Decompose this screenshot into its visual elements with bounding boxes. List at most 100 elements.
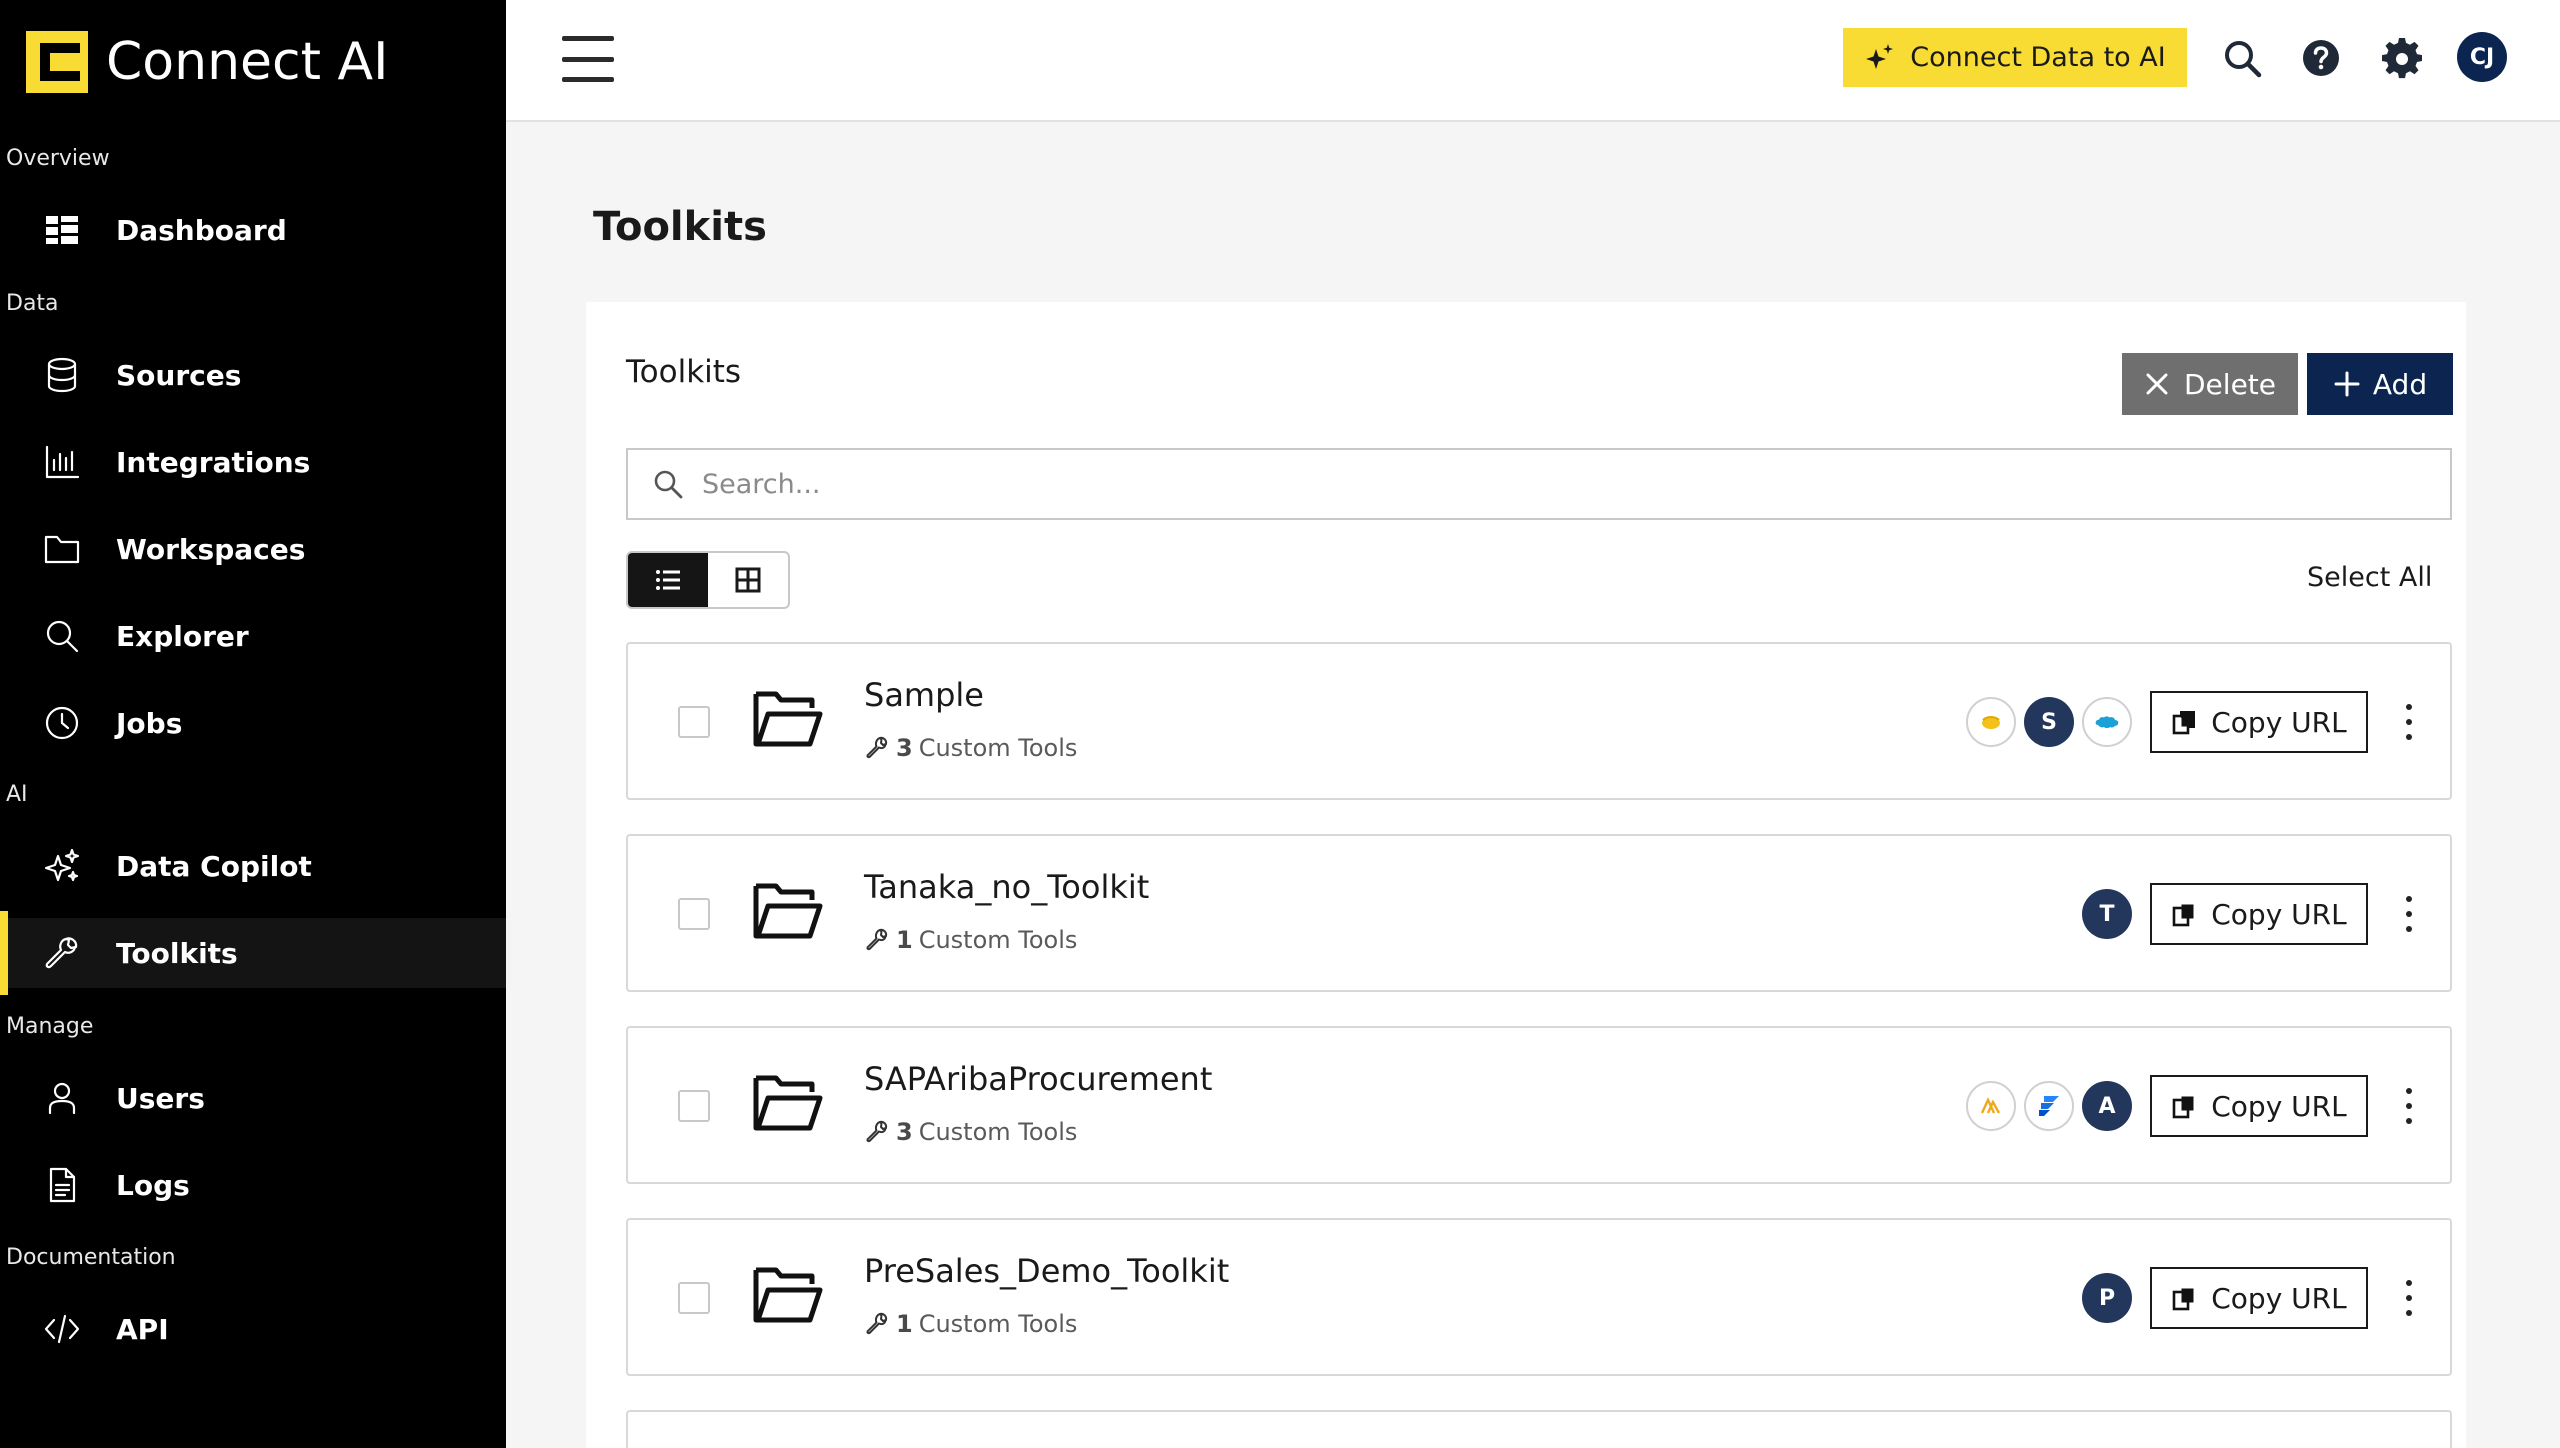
connection-chips: T [2082, 889, 2132, 939]
tool-count: 1 [896, 1310, 913, 1338]
sidebar-item-api[interactable]: API [0, 1294, 506, 1364]
select-all-link[interactable]: Select All [2307, 562, 2432, 593]
sidebar-item-label: Integrations [116, 445, 311, 479]
delete-button[interactable]: Delete [2122, 353, 2298, 415]
view-toggle [626, 551, 790, 609]
close-icon [2146, 373, 2168, 395]
sidebar-item-explorer[interactable]: Explorer [0, 601, 506, 671]
grid-view-button[interactable] [708, 553, 788, 607]
toolkit-card[interactable] [626, 1410, 2452, 1448]
search-icon[interactable] [2219, 35, 2265, 81]
sidebar-item-toolkits[interactable]: Toolkits [0, 911, 506, 995]
sidebar-item-integrations[interactable]: Integrations [0, 427, 506, 497]
folder-open-icon [752, 1072, 824, 1134]
tool-count-suffix: Custom Tools [918, 1310, 1078, 1338]
row-checkbox[interactable] [678, 1090, 710, 1122]
sidebar-item-dashboard[interactable]: Dashboard [0, 195, 506, 265]
toolkit-name[interactable]: Tanaka_no_Toolkit [864, 868, 1149, 906]
brand[interactable]: Connect AI [26, 30, 388, 94]
help-icon[interactable] [2298, 35, 2344, 81]
add-button[interactable]: Add [2307, 353, 2453, 415]
more-options-icon[interactable] [2402, 704, 2416, 740]
copy-url-button[interactable]: Copy URL [2150, 1075, 2368, 1137]
toolkit-card[interactable]: PreSales_Demo_Toolkit 1 Custom Tools P C… [626, 1218, 2452, 1376]
sparkle-icon [1866, 43, 1894, 69]
menu-icon[interactable] [562, 36, 614, 82]
salesforce-logo-icon [2082, 697, 2132, 747]
connect-data-button[interactable]: Connect Data to AI [1843, 28, 2187, 87]
connection-avatar: S [2024, 697, 2074, 747]
sidebar-item-label: Explorer [116, 619, 249, 653]
sidebar-item-label: Toolkits [116, 936, 238, 970]
search-icon [654, 470, 683, 499]
clock-icon [40, 701, 84, 745]
tool-count: 1 [896, 926, 913, 954]
add-label: Add [2372, 367, 2428, 401]
brand-name: Connect AI [106, 32, 389, 92]
copy-url-button[interactable]: Copy URL [2150, 691, 2368, 753]
connection-chips: P [2082, 1273, 2132, 1323]
sidebar-item-users[interactable]: Users [0, 1063, 506, 1133]
section-overview: Overview [6, 146, 110, 171]
row-checkbox[interactable] [678, 898, 710, 930]
jira-logo-icon [2024, 1081, 2074, 1131]
sidebar-item-data-copilot[interactable]: Data Copilot [0, 831, 506, 901]
ariba-logo-icon [1966, 1081, 2016, 1131]
connect-data-label: Connect Data to AI [1910, 42, 2166, 73]
list-view-button[interactable] [628, 553, 708, 607]
copy-url-label: Copy URL [2211, 897, 2347, 931]
section-manage: Manage [6, 1014, 94, 1039]
connection-avatar: P [2082, 1273, 2132, 1323]
copy-url-label: Copy URL [2211, 1281, 2347, 1315]
folder-open-icon [752, 1264, 824, 1326]
search-input[interactable] [702, 468, 2402, 500]
sidebar-item-label: Data Copilot [116, 849, 312, 883]
folder-open-icon [752, 688, 824, 750]
plus-icon [2334, 371, 2360, 397]
toolkit-meta: 3 Custom Tools [864, 1118, 1077, 1146]
copy-icon [2172, 711, 2196, 735]
connection-chips: S [1966, 697, 2132, 747]
delete-label: Delete [2184, 367, 2276, 401]
section-ai: AI [6, 782, 28, 807]
section-documentation: Documentation [6, 1245, 176, 1270]
copy-url-button[interactable]: Copy URL [2150, 1267, 2368, 1329]
more-options-icon[interactable] [2402, 896, 2416, 932]
toolkit-name[interactable]: SAPAribaProcurement [864, 1060, 1212, 1098]
tool-count: 3 [896, 1118, 913, 1146]
tool-count-suffix: Custom Tools [918, 1118, 1078, 1146]
search-box [626, 448, 2452, 520]
row-checkbox[interactable] [678, 1282, 710, 1314]
row-checkbox[interactable] [678, 706, 710, 738]
more-options-icon[interactable] [2402, 1088, 2416, 1124]
toolkit-card[interactable]: SAPAribaProcurement 3 Custom Tools A Cop… [626, 1026, 2452, 1184]
user-icon [40, 1076, 84, 1120]
toolkit-name[interactable]: Sample [864, 676, 984, 714]
search-icon [40, 614, 84, 658]
user-avatar[interactable]: CJ [2457, 32, 2507, 82]
tool-count-suffix: Custom Tools [918, 926, 1078, 954]
connection-chips: A [1966, 1081, 2132, 1131]
sidebar-item-logs[interactable]: Logs [0, 1150, 506, 1220]
sidebar-item-label: Workspaces [116, 532, 306, 566]
toolkit-card[interactable]: Tanaka_no_Toolkit 1 Custom Tools T Copy … [626, 834, 2452, 992]
toolkit-card[interactable]: Sample 3 Custom Tools S Copy URL [626, 642, 2452, 800]
wrench-icon [40, 931, 84, 975]
sidebar-item-sources[interactable]: Sources [0, 340, 506, 410]
list-icon [656, 570, 680, 590]
topbar: Connect Data to AI CJ [506, 0, 2560, 122]
connection-avatar: A [2082, 1081, 2132, 1131]
bar-chart-icon [40, 440, 84, 484]
sidebar-item-label: Jobs [116, 706, 183, 740]
toolkit-name[interactable]: PreSales_Demo_Toolkit [864, 1252, 1229, 1290]
code-icon [40, 1307, 84, 1351]
copy-url-button[interactable]: Copy URL [2150, 883, 2368, 945]
more-options-icon[interactable] [2402, 1280, 2416, 1316]
sidebar-item-jobs[interactable]: Jobs [0, 688, 506, 758]
gear-icon[interactable] [2379, 35, 2425, 81]
sidebar-item-label: Sources [116, 358, 242, 392]
sidebar-item-workspaces[interactable]: Workspaces [0, 514, 506, 584]
copy-url-label: Copy URL [2211, 1089, 2347, 1123]
sidebar: Connect AI Overview Dashboard Data Sourc… [0, 0, 506, 1448]
copy-icon [2172, 904, 2194, 927]
